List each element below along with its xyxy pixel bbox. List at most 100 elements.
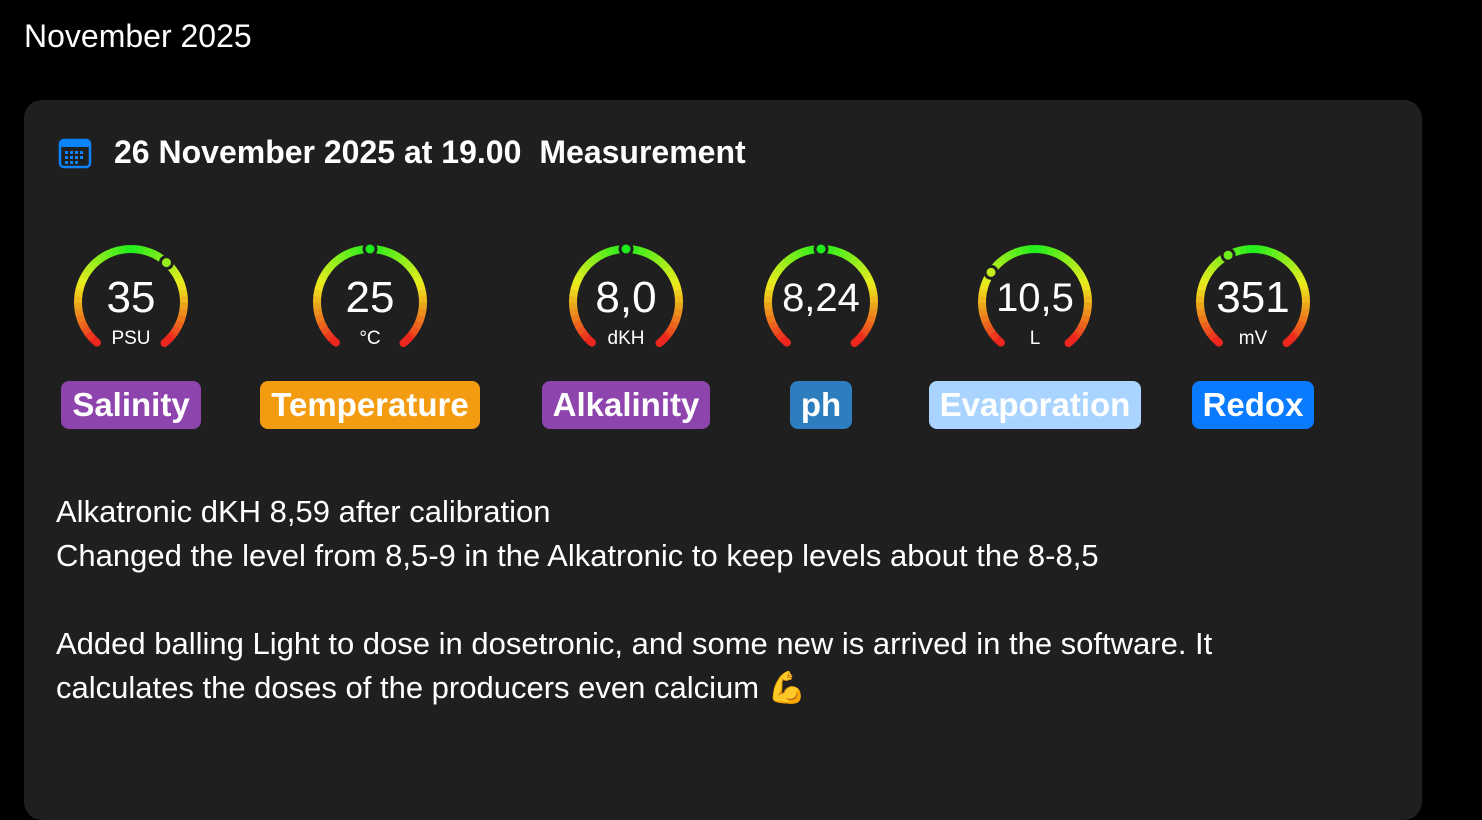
gauge-arc-segment [87, 267, 91, 273]
gauge-arc-segment [856, 263, 861, 268]
gauge-arc-segment [1288, 263, 1293, 268]
gauge-arc-segment [1240, 249, 1247, 250]
gauge-arc-segment [791, 255, 797, 259]
gauge-arc-segment [96, 258, 102, 262]
gauge-arc-segment [1054, 253, 1061, 256]
gauge-arc-segment [1234, 250, 1241, 252]
gauge-arc-segment [834, 251, 841, 253]
tag-ph[interactable]: ph [790, 381, 852, 429]
gauge-temperature[interactable]: 25 °C Temperature [248, 240, 493, 429]
gauge-arc-segment [586, 262, 591, 267]
gauge-dial: 10,5 L [970, 240, 1100, 352]
note-line: Added balling Light to dose in dosetroni… [56, 622, 1212, 666]
gauge-value: 351 [1188, 274, 1318, 322]
gauge-arc-segment [846, 255, 852, 259]
gauge-arc-segment [326, 267, 330, 273]
gauge-arc-segment [1022, 249, 1029, 250]
gauge-arc-segment [321, 321, 324, 328]
gauge-unit: °C [305, 328, 435, 350]
note-line: Alkatronic dKH 8,59 after calibration [56, 490, 1212, 534]
gauge-arc-segment [840, 253, 847, 256]
gauge-arc-segment [351, 250, 358, 252]
gauge-arc-segment [601, 252, 608, 255]
gauge-arc-segment [1204, 321, 1207, 328]
gauge-redox[interactable]: 351 mV Redox [1188, 240, 1318, 429]
gauge-arc-segment [1010, 252, 1017, 255]
gauge-value: 35 [66, 274, 196, 322]
gauge-arc-segment [774, 327, 778, 333]
gauge-marker [160, 257, 172, 269]
gauge-dial: 25 °C [305, 240, 435, 352]
gauge-arc-segment [639, 251, 646, 253]
gauge-arc-segment [995, 262, 1000, 267]
gauge-value: 25 [305, 274, 435, 322]
gauge-arc-segment [651, 255, 657, 259]
gauge-arc-segment [345, 252, 352, 255]
calendar-icon [58, 136, 92, 170]
gauge-arc-segment [786, 258, 792, 262]
gauge-dial: 35 PSU [66, 240, 196, 352]
gauge-arc-segment [1016, 250, 1023, 252]
gauge-ph[interactable]: 8,24 ph [756, 240, 886, 429]
gauge-arc-segment [1070, 263, 1075, 268]
gauge-alkalinity[interactable]: 8,0dKH Alkalinity [532, 240, 720, 429]
gauge-arc-segment [666, 267, 670, 273]
gauge-unit: PSU [66, 328, 196, 350]
gauge-arc-segment [112, 250, 119, 252]
gauge-arc-segment [781, 262, 786, 267]
gauge-arc-segment [827, 249, 834, 250]
gauge-arc-segment [335, 258, 341, 262]
gauge-arc-segment [144, 251, 151, 253]
note-line: calculates the doses of the producers ev… [56, 666, 1212, 710]
gauge-arc-segment [91, 262, 96, 267]
gauge-arc-segment [330, 262, 335, 267]
gauge-arc-segment [1209, 267, 1213, 273]
gauge-marker [364, 243, 376, 255]
gauge-arc-segment [777, 267, 781, 273]
gauge-arc-segment [867, 322, 870, 328]
gauge-arc-segment [596, 255, 602, 259]
gauge-salinity[interactable]: 35 PSU Salinity [55, 240, 208, 429]
gauge-arc-segment [389, 253, 396, 256]
measurement-card[interactable]: 26 November 2025 at 19.00 Measurement 35… [24, 100, 1422, 820]
tag-alkalinity[interactable]: Alkalinity [542, 381, 711, 429]
gauge-arc-segment [861, 267, 865, 273]
gauge-value: 8,24 [756, 274, 886, 322]
gauge-arc-segment [101, 255, 107, 259]
gauge-unit: mV [1188, 328, 1318, 350]
gauge-arc-segment [150, 253, 157, 256]
gauge-arc-segment [1272, 253, 1279, 256]
tag-evaporation[interactable]: Evaporation [929, 381, 1142, 429]
gauge-dial: 8,0dKH [561, 240, 691, 352]
gauge-arc-segment [1278, 255, 1284, 259]
gauge-arc-segment [802, 250, 809, 252]
gauge-arc-segment [782, 338, 787, 343]
gauge-arc-segment [395, 255, 401, 259]
entry-type: Measurement [539, 134, 745, 171]
entry-header: 26 November 2025 at 19.00 Measurement [58, 134, 746, 171]
gauge-arc-segment [1000, 258, 1006, 262]
note-line: Changed the level from 8,5-9 in the Alka… [56, 534, 1212, 578]
gauge-arc-segment [986, 321, 989, 328]
note-line [56, 578, 1212, 622]
gauge-arc-segment [854, 338, 859, 343]
gauge-arc-segment [661, 263, 666, 268]
gauge-dial: 351 mV [1188, 240, 1318, 352]
gauge-arc-segment [582, 267, 586, 273]
gauge-evaporation[interactable]: 10,5 L Evaporation [921, 240, 1150, 429]
gauge-arc-segment [1048, 251, 1055, 253]
gauge-unit: L [970, 328, 1100, 350]
gauge-arc-segment [656, 259, 662, 264]
tag-temperature[interactable]: Temperature [260, 381, 479, 429]
gauge-value: 8,0 [561, 274, 691, 322]
tag-salinity[interactable]: Salinity [61, 381, 200, 429]
gauge-arc-segment [1213, 262, 1218, 267]
gauge-value: 10,5 [970, 274, 1100, 322]
gauge-arc-segment [106, 252, 113, 255]
gauge-arc-segment [118, 249, 125, 250]
gauge-arc-segment [607, 250, 614, 252]
tag-redox[interactable]: Redox [1192, 381, 1315, 429]
gauge-arc-segment [82, 321, 85, 328]
gauge-arc-segment [1283, 259, 1289, 264]
gauge-arc-segment [645, 253, 652, 256]
